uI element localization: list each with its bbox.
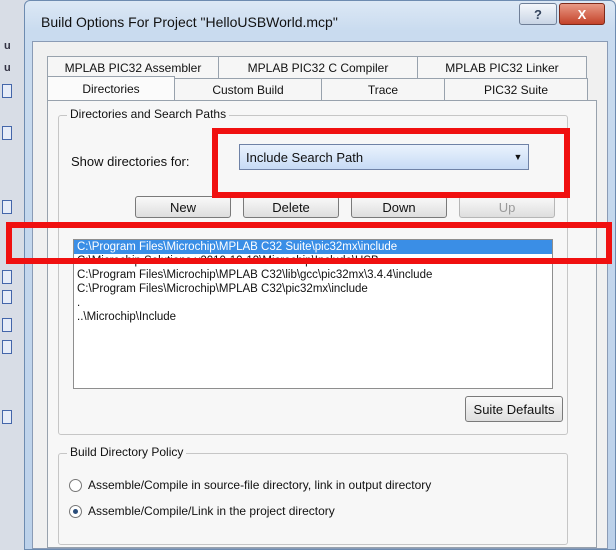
background-block	[2, 84, 12, 98]
new-button[interactable]: New	[135, 196, 231, 218]
highlight-box-selected-path	[6, 222, 612, 264]
policy-option-project-dir[interactable]: Assemble/Compile/Link in the project dir…	[69, 504, 335, 518]
title-buttons: ? X	[519, 3, 605, 25]
build-options-dialog: Build Options For Project "HelloUSBWorld…	[24, 0, 616, 550]
tab-trace[interactable]: Trace	[321, 78, 445, 100]
title-bar[interactable]: Build Options For Project "HelloUSBWorld…	[25, 1, 615, 39]
policy-option-label: Assemble/Compile in source-file director…	[88, 478, 432, 492]
background-block	[2, 270, 12, 284]
background-block	[2, 200, 12, 214]
background-block	[2, 410, 12, 424]
directory-list-item[interactable]: ..\Microchip\Include	[74, 310, 552, 324]
tab-row-front: Directories Custom Build Trace PIC32 Sui…	[47, 76, 597, 101]
help-button[interactable]: ?	[519, 3, 557, 25]
directories-group-label: Directories and Search Paths	[67, 107, 230, 121]
background-marker: u	[4, 40, 11, 52]
tab-pic32-suite[interactable]: PIC32 Suite	[444, 78, 588, 100]
background-marker: u	[4, 62, 11, 74]
tab-row-back: MPLAB PIC32 Assembler MPLAB PIC32 C Comp…	[47, 56, 597, 78]
background-block	[2, 340, 12, 354]
directory-list-item[interactable]: C:\Program Files\Microchip\MPLAB C32\lib…	[74, 268, 552, 282]
suite-defaults-button[interactable]: Suite Defaults	[465, 396, 563, 422]
tab-c-compiler[interactable]: MPLAB PIC32 C Compiler	[218, 56, 418, 78]
build-policy-label: Build Directory Policy	[67, 445, 187, 459]
background-block	[2, 318, 12, 332]
dialog-client-area: MPLAB PIC32 Assembler MPLAB PIC32 C Comp…	[32, 41, 608, 549]
close-button[interactable]: X	[559, 3, 605, 25]
show-directories-label: Show directories for:	[71, 154, 190, 169]
radio-unchecked[interactable]	[69, 478, 82, 492]
background-block	[2, 290, 12, 304]
tab-linker[interactable]: MPLAB PIC32 Linker	[417, 56, 587, 78]
down-button[interactable]: Down	[351, 196, 447, 218]
delete-button[interactable]: Delete	[243, 196, 339, 218]
directory-list-item[interactable]: C:\Program Files\Microchip\MPLAB C32\pic…	[74, 282, 552, 296]
radio-checked[interactable]	[69, 504, 82, 518]
dialog-title: Build Options For Project "HelloUSBWorld…	[41, 14, 338, 30]
tab-custom-build[interactable]: Custom Build	[174, 78, 322, 100]
policy-option-label: Assemble/Compile/Link in the project dir…	[88, 504, 335, 518]
build-policy-group: Build Directory Policy Assemble/Compile …	[58, 445, 568, 545]
directory-list-item[interactable]: .	[74, 296, 552, 310]
tab-directories[interactable]: Directories	[47, 76, 175, 101]
tab-assembler[interactable]: MPLAB PIC32 Assembler	[47, 56, 219, 78]
policy-option-source-dir[interactable]: Assemble/Compile in source-file director…	[69, 478, 431, 492]
up-button[interactable]: Up	[459, 196, 555, 218]
background-block	[2, 126, 12, 140]
highlight-box-include-path	[212, 128, 570, 198]
